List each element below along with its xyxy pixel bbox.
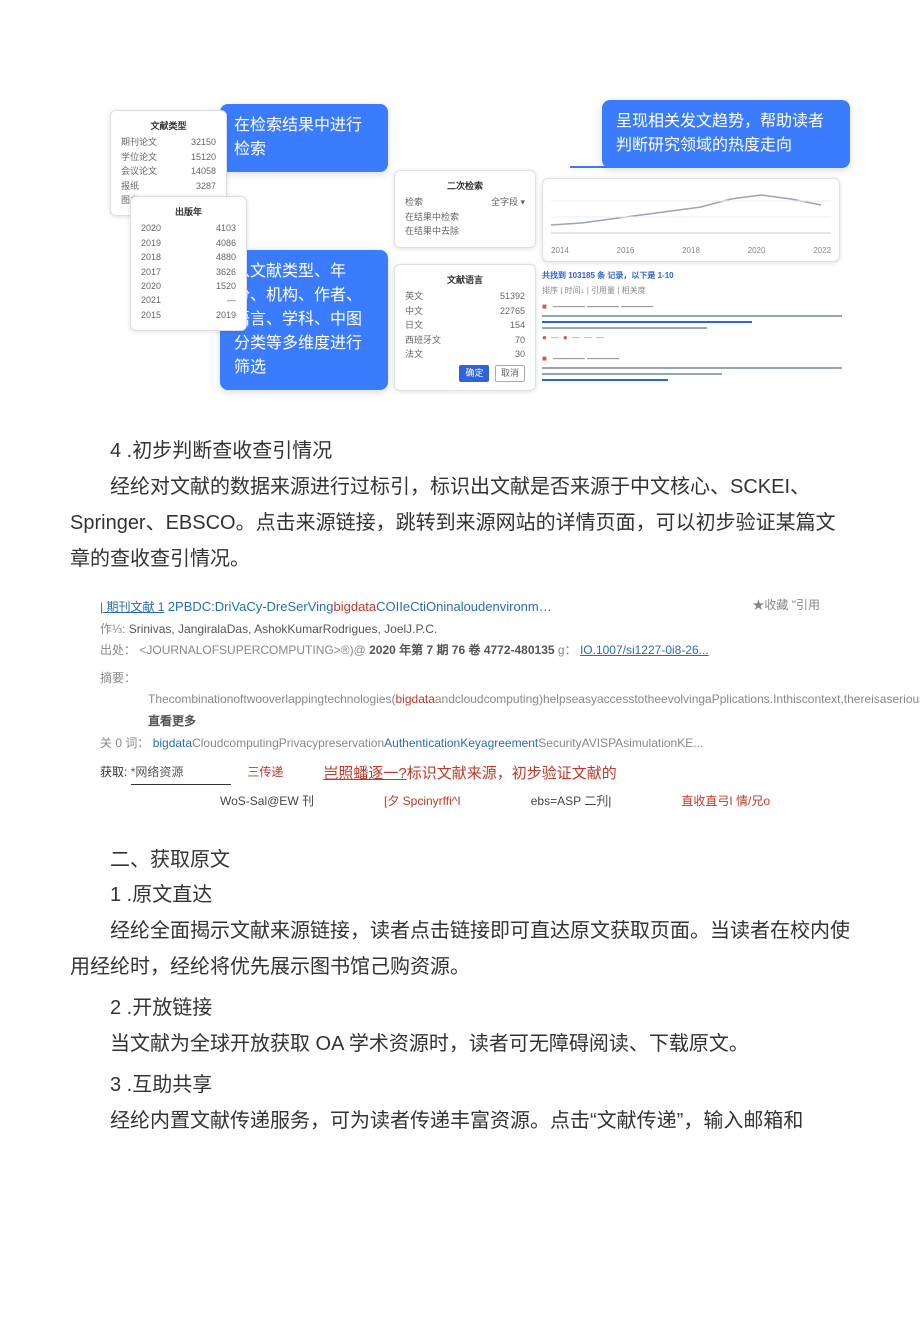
sec4-paragraph: 经纶对文献的数据来源进行过标引，标识出文献是否来源于中文核心、SCKEI、Spr…: [70, 469, 850, 577]
s3-paragraph: 经纶内置文献传递服务，可为读者传递丰富资源。点击“文献传递”，输入邮箱和: [70, 1103, 850, 1139]
source-annotation: 岂照蟠逐一?标识文献来源，初步验证文献的: [323, 760, 616, 787]
authors-label: 作⅓:: [100, 622, 125, 636]
section-2-title: 二、获取原文: [110, 843, 850, 872]
fetch-label: 获取:: [100, 765, 127, 779]
callout-refine: 在检索结果中进行检索: [220, 104, 388, 172]
source-label: 出处：: [100, 643, 136, 657]
src-ebs[interactable]: ebs=ASP 二刋|: [531, 791, 612, 813]
s2-paragraph: 当文献为全球开放获取 OA 学术资源时，读者可无障碍阅读、下载原文。: [70, 1026, 850, 1062]
show-more[interactable]: 直看更多: [148, 714, 196, 728]
network-resource-link[interactable]: *网络资源: [131, 762, 231, 785]
doc-type-tag: | 期刊文献 1: [100, 600, 164, 614]
doi-link[interactable]: IO.1007/si1227-0i8-26...: [580, 643, 709, 657]
facet-panel-year: 出版年 20204103 20194086 20184880 20173626 …: [130, 196, 247, 331]
article-title[interactable]: 2PBDC:DriVaCy-DreSerVingbigdataCOIIeCtiO…: [168, 599, 552, 614]
s1-paragraph: 经纶全面揭示文献来源链接，读者点击链接即可直达原文获取页面。当读者在校内使用经纶…: [70, 913, 850, 985]
s3-heading: 3 .互助共享: [110, 1068, 850, 1097]
s1-heading: 1 .原文直达: [110, 878, 850, 907]
trend-chart: 2014 2016 2018 2020 2022: [542, 178, 840, 262]
s2-heading: 2 .开放链接: [110, 991, 850, 1020]
src-spc[interactable]: [夕 Spcinyrffi^I: [384, 791, 461, 813]
callout-trend: 呈现相关发文趋势，帮助读者判断研究领域的热度走向: [602, 100, 850, 168]
sec4-heading: 4 .初步判断查收查引情况: [110, 434, 850, 463]
citation-example: | 期刊文献 1 2PBDC:DriVaCy-DreSerVingbigdata…: [100, 595, 820, 813]
src-wos[interactable]: WoS-Sal@EW 刊: [220, 791, 314, 813]
delivery-link[interactable]: 三传递: [247, 765, 283, 779]
keywords-label: 关 0 词：: [100, 736, 149, 750]
refine-panel: 二次检索 检索全字段 ▾ 在结果中检索 在结果中去除: [394, 170, 536, 248]
language-panel: 文献语言 英文51392 中文22765 日文154 西班牙文70 法文30 确…: [394, 264, 536, 391]
results-preview: 共找到 103185 条 记录，以下是 1-10 排序 | 时间↓ | 引用量 …: [542, 270, 842, 385]
src-note: 直收直弓I 情/兄o: [681, 791, 770, 813]
feature-diagram: 在检索结果中进行检索 从文献类型、年份、机构、作者、语言、学科、中图分类等多维度…: [110, 100, 850, 410]
abstract-label: 摘要：: [100, 671, 136, 685]
favorite-cite[interactable]: ★收藏 "引用: [752, 595, 820, 617]
authors-value: Srinivas, JangiralaDas, AshokKumarRodrig…: [129, 622, 438, 636]
